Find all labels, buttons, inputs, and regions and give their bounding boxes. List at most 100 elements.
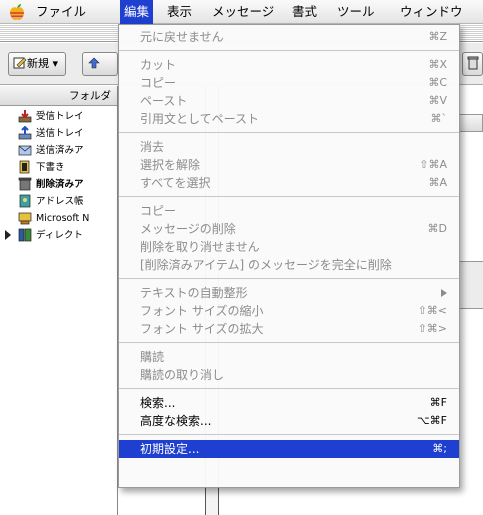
new-button[interactable]: 新規 ▾ (8, 52, 66, 76)
menu-item-label: 消去 (140, 140, 165, 154)
menu-item-shortcut: ⌘Z (428, 30, 447, 43)
folder-label: 送信済みア (36, 145, 84, 156)
menu-item-label: 高度な検索... (140, 414, 212, 428)
menu-item-shortcut: ⌥⌘F (416, 414, 447, 427)
menu-item-shortcut: ⌘` (430, 112, 448, 125)
menu-item-label: 検索... (140, 396, 176, 410)
menu-item-shortcut: ⌘; (432, 442, 447, 455)
menu-item-paste[interactable]: ペースト ⌘V (119, 92, 459, 110)
folder-label: 送信トレイ (36, 128, 84, 139)
menu-separator (119, 132, 459, 133)
sent-items-icon (18, 145, 32, 156)
menu-format[interactable]: 書式 (288, 0, 321, 24)
new-message-icon (13, 57, 27, 69)
menu-separator (119, 278, 459, 279)
menu-item-preferences[interactable]: 初期設定... ⌘; (119, 440, 459, 458)
menu-item-clear[interactable]: 消去 (119, 138, 459, 156)
folder-outbox[interactable]: 送信トレイ (0, 125, 117, 142)
menu-item-find[interactable]: 検索... ⌘F (119, 394, 459, 412)
menu-item-shortcut: ⌘D (427, 222, 447, 235)
reply-icon (88, 57, 100, 69)
folder-deleted-items[interactable]: 削除済みア (0, 176, 117, 193)
folder-drafts[interactable]: 下書き (0, 159, 117, 176)
menu-item-paste-as-quotation[interactable]: 引用文としてペースト ⌘` (119, 110, 459, 128)
menu-item-label: フォント サイズの縮小 (140, 304, 264, 318)
menu-item-shortcut: ⌘C (428, 76, 447, 89)
folder-label: ディレクト (36, 230, 83, 241)
deleted-items-icon (18, 177, 32, 191)
menu-item-label: 引用文としてペースト (140, 112, 260, 126)
menu-item-undo[interactable]: 元に戻せません ⌘Z (119, 28, 459, 46)
menu-item-copy-message[interactable]: コピー (119, 202, 459, 220)
menu-item-empty-deleted-items[interactable]: [削除済みアイテム] のメッセージを完全に削除 (119, 256, 459, 274)
menu-separator (119, 50, 459, 51)
folder-directory[interactable]: ディレクト (0, 227, 117, 244)
menu-item-decrease-font-size[interactable]: フォント サイズの縮小 ⇧⌘< (119, 302, 459, 320)
menu-file[interactable]: ファイル (32, 0, 90, 24)
menu-edit[interactable]: 編集 (120, 0, 154, 24)
menu-item-label: 初期設定... (140, 442, 200, 456)
drafts-icon (19, 160, 30, 174)
message-list-header[interactable] (456, 114, 483, 132)
menu-item-shortcut: ⌘V (428, 94, 447, 107)
outbox-icon (18, 126, 32, 140)
menu-separator (119, 434, 459, 435)
menu-view[interactable]: 表示 (163, 0, 196, 24)
menu-item-label: ペースト (140, 94, 188, 108)
new-button-label: 新規 (27, 57, 49, 70)
menu-item-label: 購読の取り消し (140, 368, 225, 382)
menu-bar: ファイル 編集 表示 メッセージ 書式 ツール ウィンドウ (0, 0, 483, 24)
menu-message[interactable]: メッセージ (208, 0, 278, 24)
menu-item-shortcut: ⇧⌘> (417, 322, 447, 335)
menu-item-shortcut: ⇧⌘< (417, 304, 447, 317)
menu-tools[interactable]: ツール (333, 0, 379, 24)
menu-item-deselect[interactable]: 選択を解除 ⇧⌘A (119, 156, 459, 174)
menu-item-advanced-find[interactable]: 高度な検索... ⌥⌘F (119, 412, 459, 430)
menu-item-label: 削除を取り消せません (140, 240, 260, 254)
trash-icon (467, 56, 479, 70)
menu-item-label: メッセージの削除 (140, 222, 236, 236)
delete-button[interactable] (462, 52, 483, 76)
menu-item-cut[interactable]: カット ⌘X (119, 56, 459, 74)
menu-item-delete-message[interactable]: メッセージの削除 ⌘D (119, 220, 459, 238)
edit-menu: 元に戻せません ⌘Z カット ⌘X コピー ⌘C ペースト ⌘V 引用文としてペ… (118, 24, 460, 488)
menu-item-label: すべてを選択 (140, 176, 211, 190)
menu-separator (119, 388, 459, 389)
folder-label: アドレス帳 (36, 196, 84, 207)
menu-item-label: テキストの自動整形 (140, 286, 248, 300)
menu-separator (119, 196, 459, 197)
menu-item-label: カット (140, 58, 177, 72)
folder-inbox[interactable]: 受信トレイ (0, 108, 117, 125)
preview-pane-header (456, 261, 483, 309)
menu-item-unsubscribe[interactable]: 購読の取り消し (119, 366, 459, 384)
menu-item-label: コピー (140, 204, 177, 218)
folder-news-server[interactable]: Microsoft N (0, 210, 117, 227)
inbox-icon (18, 110, 32, 123)
menu-item-label: 選択を解除 (140, 158, 201, 172)
address-book-icon (19, 194, 31, 208)
menu-item-shortcut: ⌘F (429, 396, 447, 409)
folder-pane: フォルダ 受信トレイ 送信トレイ 送信済みア 下書き 削除済みア アドレス帳 M… (0, 86, 118, 515)
folder-sent-items[interactable]: 送信済みア (0, 142, 117, 159)
folder-label: 削除済みア (36, 179, 84, 190)
folder-label: 受信トレイ (36, 111, 84, 122)
menu-item-label: [削除済みアイテム] のメッセージを完全に削除 (140, 258, 392, 272)
menu-item-select-all[interactable]: すべてを選択 ⌘A (119, 174, 459, 192)
news-server-icon (18, 212, 32, 225)
menu-item-auto-format-text[interactable]: テキストの自動整形 (119, 284, 459, 302)
directory-icon (18, 228, 32, 242)
menu-item-shortcut: ⌘A (428, 176, 447, 189)
menu-item-increase-font-size[interactable]: フォント サイズの拡大 ⇧⌘> (119, 320, 459, 338)
menu-item-undo-delete[interactable]: 削除を取り消せません (119, 238, 459, 256)
reply-button[interactable] (82, 52, 118, 76)
folder-address-book[interactable]: アドレス帳 (0, 193, 117, 210)
disclosure-triangle-icon[interactable] (5, 230, 11, 240)
menu-item-shortcut: ⇧⌘A (419, 158, 447, 171)
menu-item-label: フォント サイズの拡大 (140, 322, 264, 336)
folder-label: 下書き (36, 162, 65, 173)
menu-item-copy[interactable]: コピー ⌘C (119, 74, 459, 92)
menu-item-subscribe[interactable]: 購読 (119, 348, 459, 366)
apple-menu-icon[interactable] (8, 3, 26, 21)
folder-column-header[interactable]: フォルダ (0, 86, 117, 106)
menu-window[interactable]: ウィンドウ (396, 0, 467, 24)
